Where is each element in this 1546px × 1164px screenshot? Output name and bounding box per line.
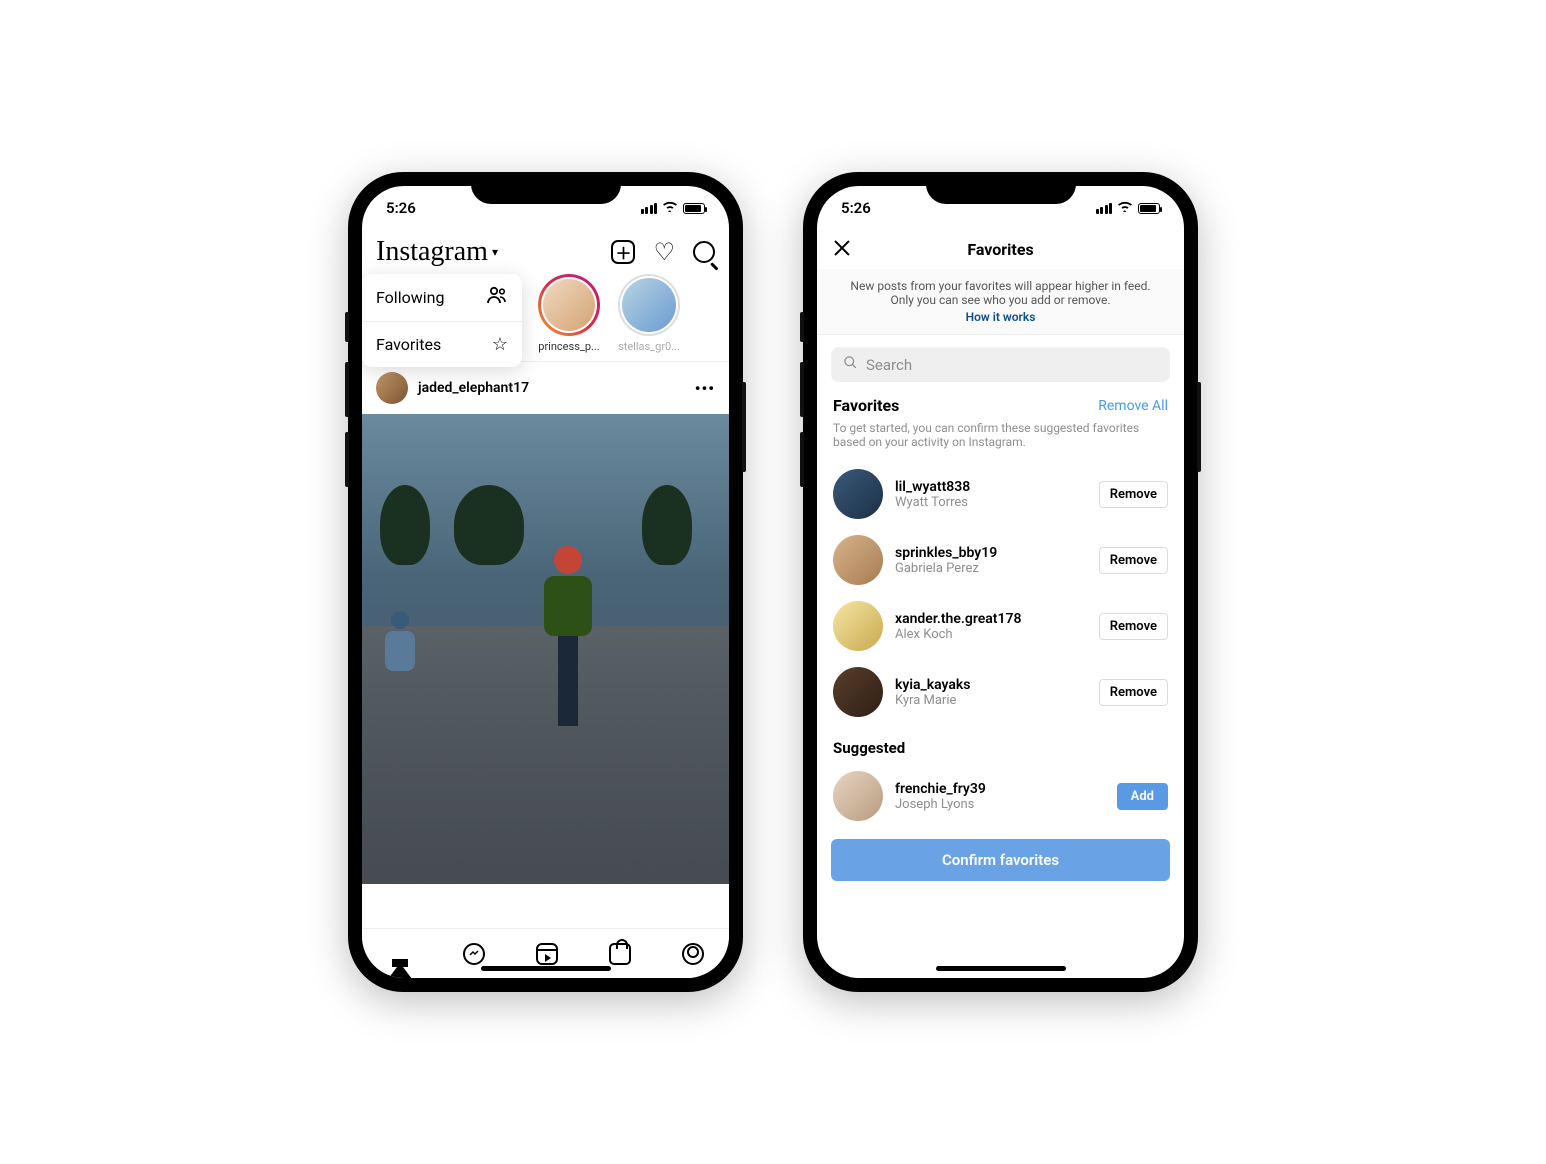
app-header: Instagram ▾ ＋ ♡ — [362, 230, 729, 274]
row-username[interactable]: xander.the.great178 — [895, 611, 1087, 627]
row-username[interactable]: lil_wyatt838 — [895, 479, 1087, 495]
phone-right: 5:26 Favorites New posts from your favor… — [803, 172, 1198, 992]
nav-profile-icon[interactable] — [682, 943, 704, 965]
phone-left: 5:26 Instagram ▾ ＋ ♡ F — [348, 172, 743, 992]
cellular-signal-icon — [641, 203, 658, 214]
remove-button[interactable]: Remove — [1099, 481, 1168, 508]
section-title-favorites: Favorites — [833, 396, 899, 415]
favorite-row: sprinkles_bby19 Gabriela Perez Remove — [833, 527, 1168, 593]
status-icons — [1096, 200, 1161, 216]
battery-icon — [683, 203, 705, 214]
suggested-list: frenchie_fry39 Joseph Lyons Add — [817, 763, 1184, 829]
post-author[interactable]: jaded_elephant17 — [376, 372, 529, 404]
hint-text: To get started, you can confirm these su… — [817, 417, 1184, 461]
avatar — [376, 372, 408, 404]
favorite-row: kyia_kayaks Kyra Marie Remove — [833, 659, 1168, 725]
suggested-row: frenchie_fry39 Joseph Lyons Add — [833, 763, 1168, 829]
status-icons — [641, 200, 706, 216]
avatar[interactable] — [833, 601, 883, 651]
info-banner: New posts from your favorites will appea… — [817, 269, 1184, 335]
info-text: Only you can see who you add or remove. — [847, 293, 1154, 307]
post-header: jaded_elephant17 ••• — [362, 361, 729, 414]
dropdown-item-favorites[interactable]: Favorites ☆ — [362, 321, 522, 367]
favorite-row: xander.the.great178 Alex Koch Remove — [833, 593, 1168, 659]
row-displayname: Alex Koch — [895, 627, 1087, 642]
remove-button[interactable]: Remove — [1099, 547, 1168, 574]
story-item[interactable]: princess_p... — [534, 274, 604, 353]
dropdown-label: Favorites — [376, 335, 441, 354]
row-displayname: Wyatt Torres — [895, 495, 1087, 510]
instagram-logo: Instagram — [376, 236, 488, 268]
nav-messenger-icon[interactable] — [463, 943, 485, 965]
home-indicator[interactable] — [481, 966, 611, 971]
story-label: stellas_gr0... — [618, 340, 680, 353]
row-username[interactable]: kyia_kayaks — [895, 677, 1087, 693]
status-time: 5:26 — [386, 199, 416, 217]
story-item[interactable]: stellas_gr0... — [614, 274, 684, 353]
post-image[interactable] — [362, 414, 729, 884]
avatar[interactable] — [833, 535, 883, 585]
avatar[interactable] — [833, 771, 883, 821]
row-displayname: Joseph Lyons — [895, 797, 1105, 812]
search-icon — [843, 355, 858, 374]
section-title-suggested: Suggested — [817, 725, 1184, 763]
remove-button[interactable]: Remove — [1099, 613, 1168, 640]
avatar[interactable] — [833, 469, 883, 519]
activity-heart-icon[interactable]: ♡ — [653, 238, 675, 266]
wifi-icon — [1117, 200, 1133, 216]
feed-switcher[interactable]: Instagram ▾ — [376, 236, 498, 268]
nav-shop-icon[interactable] — [609, 943, 631, 965]
remove-button[interactable]: Remove — [1099, 679, 1168, 706]
search-placeholder: Search — [866, 356, 912, 374]
stories-tray: Following Favorites ☆ Your Story liam_be… — [362, 274, 729, 361]
dropdown-item-following[interactable]: Following — [362, 274, 522, 321]
favorite-row: lil_wyatt838 Wyatt Torres Remove — [833, 461, 1168, 527]
close-icon[interactable] — [831, 237, 853, 263]
status-time: 5:26 — [841, 199, 871, 217]
status-bar: 5:26 — [817, 186, 1184, 230]
row-displayname: Kyra Marie — [895, 693, 1087, 708]
dropdown-label: Following — [376, 288, 444, 307]
feed-dropdown: Following Favorites ☆ — [362, 274, 522, 367]
search-icon[interactable] — [693, 241, 715, 263]
battery-icon — [1138, 203, 1160, 214]
cellular-signal-icon — [1096, 203, 1113, 214]
favorites-header: Favorites — [817, 230, 1184, 269]
story-label: princess_p... — [538, 340, 599, 353]
create-post-icon[interactable]: ＋ — [611, 240, 635, 264]
wifi-icon — [662, 200, 678, 216]
add-button[interactable]: Add — [1117, 783, 1168, 810]
info-text: New posts from your favorites will appea… — [847, 279, 1154, 293]
row-displayname: Gabriela Perez — [895, 561, 1087, 576]
favorites-list: lil_wyatt838 Wyatt Torres Remove sprinkl… — [817, 461, 1184, 725]
remove-all-link[interactable]: Remove All — [1098, 398, 1168, 414]
post-username: jaded_elephant17 — [418, 380, 529, 396]
status-bar: 5:26 — [362, 186, 729, 230]
chevron-down-icon: ▾ — [492, 245, 498, 259]
page-title: Favorites — [967, 240, 1033, 259]
avatar[interactable] — [833, 667, 883, 717]
search-input[interactable]: Search — [831, 347, 1170, 382]
row-username[interactable]: frenchie_fry39 — [895, 781, 1105, 797]
more-options-icon[interactable]: ••• — [695, 379, 715, 398]
how-it-works-link[interactable]: How it works — [847, 310, 1154, 324]
row-username[interactable]: sprinkles_bby19 — [895, 545, 1087, 561]
nav-reels-icon[interactable] — [536, 943, 558, 965]
star-icon: ☆ — [492, 334, 508, 355]
home-indicator[interactable] — [936, 966, 1066, 971]
confirm-favorites-button[interactable]: Confirm favorites — [831, 839, 1170, 881]
nav-home-icon[interactable] — [388, 944, 412, 963]
people-icon — [486, 286, 508, 309]
